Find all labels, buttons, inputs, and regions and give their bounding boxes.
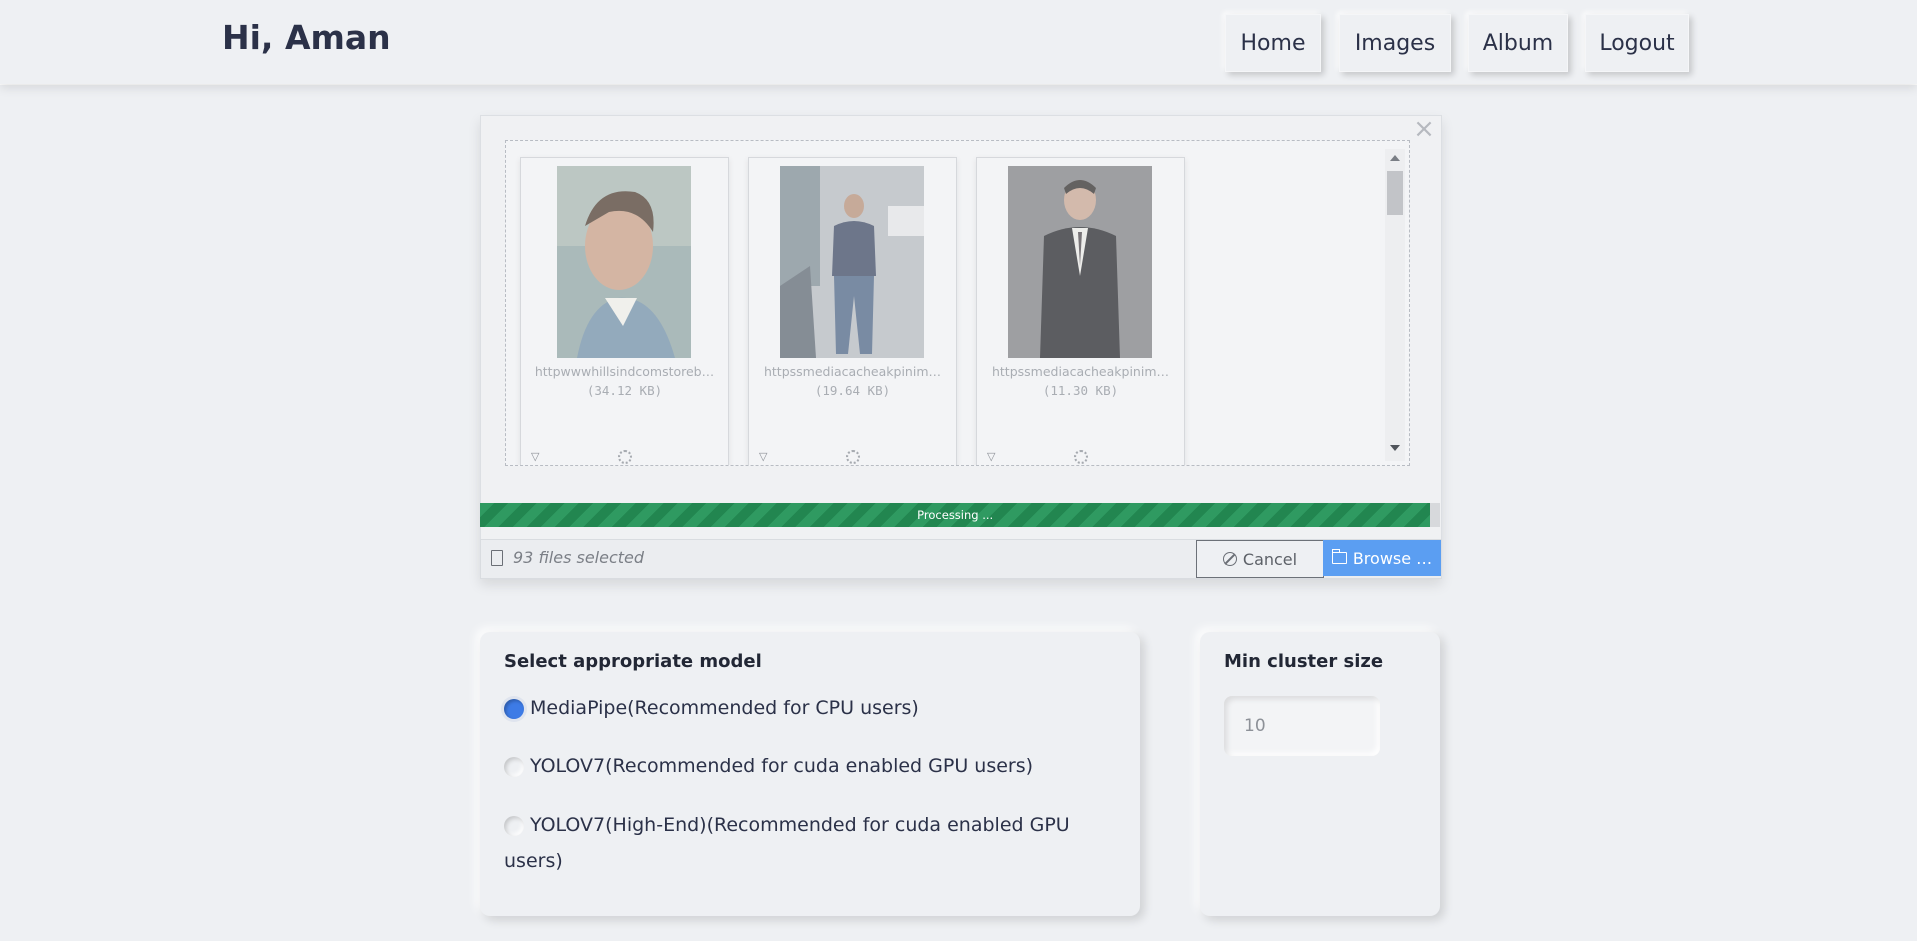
min-cluster-size-input[interactable] bbox=[1224, 696, 1380, 756]
loading-spinner-icon bbox=[1074, 450, 1088, 464]
greeting-title: Hi, Aman bbox=[222, 18, 391, 57]
progress-fill: Processing ... bbox=[480, 503, 1431, 527]
file-size: (19.64 KB) bbox=[814, 383, 891, 398]
option-label: YOLOV7(High-End)(Recommended for cuda en… bbox=[504, 814, 1070, 872]
scroll-thumb[interactable] bbox=[1387, 171, 1403, 215]
model-card-title: Select appropriate model bbox=[504, 651, 762, 672]
files-selected-caption: 93 files selected bbox=[513, 548, 645, 567]
nav-album-button[interactable]: Album bbox=[1468, 14, 1568, 72]
file-preview-dropzone[interactable]: httpwwwhillsindcomstoreb… (34.12 KB) ▽ h… bbox=[505, 140, 1410, 466]
close-icon[interactable]: × bbox=[1413, 116, 1435, 142]
file-size: (34.12 KB) bbox=[586, 383, 663, 398]
upload-progress-bar: Processing ... bbox=[480, 503, 1440, 527]
expand-triangle-icon[interactable]: ▽ bbox=[987, 450, 995, 463]
file-preview-card: httpssmediacacheakpinim… (19.64 KB) ▽ bbox=[748, 157, 957, 465]
cancel-label: Cancel bbox=[1242, 549, 1298, 569]
file-size: (11.30 KB) bbox=[1042, 383, 1119, 398]
radio-mediapipe[interactable] bbox=[504, 698, 524, 719]
file-icon bbox=[491, 550, 503, 566]
folder-icon bbox=[1331, 549, 1347, 564]
loading-spinner-icon bbox=[846, 450, 860, 464]
photo-preview-icon bbox=[780, 166, 924, 358]
option-label: YOLOV7(Recommended for cuda enabled GPU … bbox=[530, 755, 1034, 777]
model-selection-card: Select appropriate model MediaPipe(Recom… bbox=[480, 632, 1140, 916]
file-preview-card: httpwwwhillsindcomstoreb… (34.12 KB) ▽ bbox=[520, 157, 729, 465]
browse-label: Browse … bbox=[1352, 548, 1433, 568]
photo-preview-icon bbox=[1008, 166, 1152, 358]
browse-button[interactable]: Browse … bbox=[1323, 540, 1441, 576]
cancel-button[interactable]: Cancel bbox=[1196, 540, 1324, 578]
photo-preview-icon bbox=[557, 166, 691, 358]
file-name: httpssmediacacheakpinim… bbox=[991, 364, 1169, 379]
nav-images-button[interactable]: Images bbox=[1339, 14, 1451, 72]
model-option-yolov7-highend[interactable]: YOLOV7(High-End)(Recommended for cuda en… bbox=[504, 807, 1094, 879]
file-name: httpwwwhillsindcomstoreb… bbox=[534, 364, 715, 379]
expand-triangle-icon[interactable]: ▽ bbox=[531, 450, 539, 463]
file-name: httpssmediacacheakpinim… bbox=[763, 364, 941, 379]
option-label: MediaPipe(Recommended for CPU users) bbox=[530, 697, 919, 719]
model-option-yolov7[interactable]: YOLOV7(Recommended for cuda enabled GPU … bbox=[504, 748, 1033, 784]
model-option-mediapipe[interactable]: MediaPipe(Recommended for CPU users) bbox=[504, 690, 919, 726]
radio-yolov7[interactable] bbox=[504, 756, 524, 777]
loading-spinner-icon bbox=[618, 450, 632, 464]
nav-home-button[interactable]: Home bbox=[1225, 14, 1321, 72]
expand-triangle-icon[interactable]: ▽ bbox=[759, 450, 767, 463]
radio-yolov7-highend[interactable] bbox=[504, 815, 524, 836]
file-preview-card: httpssmediacacheakpinim… (11.30 KB) ▽ bbox=[976, 157, 1185, 465]
file-selection-bar: 93 files selected Cancel Browse … bbox=[480, 539, 1442, 579]
scroll-down-icon[interactable] bbox=[1390, 445, 1400, 451]
preview-scrollbar[interactable] bbox=[1385, 149, 1405, 461]
nav-logout-button[interactable]: Logout bbox=[1585, 14, 1689, 72]
top-header: Hi, Aman Home Images Album Logout bbox=[0, 0, 1917, 84]
cancel-icon bbox=[1222, 552, 1237, 566]
cluster-card-title: Min cluster size bbox=[1224, 651, 1384, 672]
cluster-size-card: Min cluster size bbox=[1200, 632, 1440, 916]
scroll-up-icon[interactable] bbox=[1390, 155, 1400, 161]
progress-label: Processing ... bbox=[917, 508, 994, 522]
